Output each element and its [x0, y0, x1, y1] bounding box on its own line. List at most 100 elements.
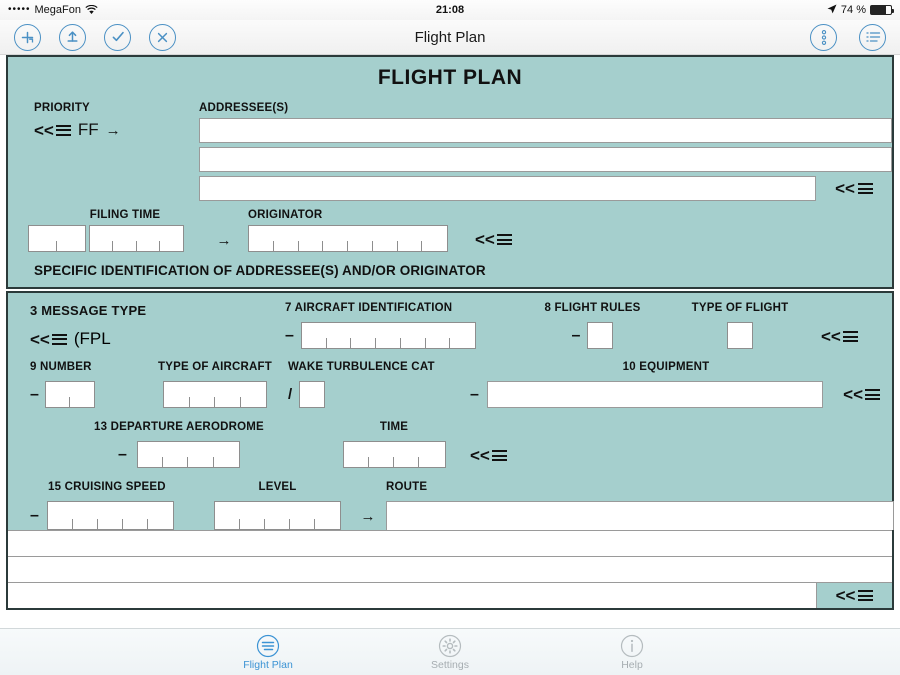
location-arrow-icon: [827, 4, 837, 17]
route-input-3[interactable]: [8, 556, 892, 582]
row-aircraft-details: 9 NUMBER – TYPE OF AIRCRAFT WAKE TURBULE…: [8, 349, 892, 408]
clear-button[interactable]: [149, 23, 176, 51]
tab-help-label: Help: [621, 658, 643, 671]
priority-group: PRIORITY << FF →: [34, 102, 199, 201]
aircraft-identification-prefix: –: [285, 326, 294, 344]
message-type-value[interactable]: (FPL: [74, 329, 111, 349]
addressee-chevron-icon: <<: [835, 179, 855, 198]
departure-time-input[interactable]: [342, 441, 446, 468]
add-button[interactable]: [14, 23, 41, 51]
flight-rules-input[interactable]: [587, 322, 614, 349]
priority-addressee-row: PRIORITY << FF → ADDRESSEE(S) <<: [8, 102, 892, 201]
departure-time-list-icon: [491, 450, 507, 461]
departure-time-group: TIME: [334, 421, 454, 468]
route-group: ROUTE: [386, 481, 894, 530]
route-input-2[interactable]: [8, 530, 892, 556]
type-of-flight-menu-button[interactable]: <<: [821, 328, 858, 345]
level-group: LEVEL: [205, 481, 350, 530]
list-menu-button[interactable]: [859, 23, 886, 51]
equipment-label: 10 EQUIPMENT: [622, 361, 710, 373]
type-of-aircraft-input[interactable]: [163, 381, 267, 408]
departure-time-menu-button[interactable]: <<: [470, 447, 507, 464]
addressee-input-2[interactable]: [199, 147, 892, 172]
route-last-row: <<: [8, 582, 892, 608]
type-of-flight-input[interactable]: [727, 322, 753, 349]
flight-rules-group: 8 FLIGHT RULES –: [510, 302, 675, 349]
toolbar-left-group: [14, 23, 176, 51]
battery-percent-label: 74 %: [840, 4, 866, 16]
departure-aerodrome-prefix: –: [118, 445, 127, 463]
route-input-1[interactable]: [386, 501, 894, 530]
filing-originator-row: FILING TIME → ORIGINATOR <<: [8, 201, 892, 252]
route-arrow-icon: →: [360, 508, 376, 525]
more-options-button[interactable]: [810, 23, 837, 51]
number-input[interactable]: [44, 381, 95, 408]
message-type-list-icon: [51, 333, 67, 345]
aircraft-identification-group: 7 AIRCRAFT IDENTIFICATION –: [285, 302, 510, 349]
tab-help[interactable]: Help: [589, 634, 675, 671]
priority-label: PRIORITY: [34, 102, 90, 114]
level-label: LEVEL: [258, 481, 297, 493]
type-of-flight-menu-wrap: <<: [805, 328, 858, 349]
priority-menu-button[interactable]: <<: [34, 122, 71, 139]
filing-time-input-hours[interactable]: [28, 225, 86, 252]
route-label: ROUTE: [386, 481, 428, 493]
filing-time-input-minutes[interactable]: [89, 225, 184, 252]
tab-flight-plan[interactable]: Flight Plan: [225, 634, 311, 671]
addressee-input-1[interactable]: [199, 118, 892, 143]
number-label: 9 NUMBER: [30, 361, 92, 373]
type-of-flight-group: TYPE OF FLIGHT: [675, 302, 805, 349]
priority-value[interactable]: FF: [78, 120, 99, 140]
originator-input[interactable]: [248, 225, 448, 252]
route-menu-button[interactable]: <<: [816, 583, 892, 608]
cruising-speed-prefix: –: [30, 506, 39, 524]
addressee-menu-button[interactable]: <<: [816, 176, 892, 201]
flight-plan-icon: [256, 634, 280, 658]
route-chevron-icon: <<: [835, 586, 856, 605]
status-bar-right: 74 %: [827, 4, 894, 17]
cruising-speed-input[interactable]: [46, 501, 174, 530]
departure-time-menu-wrap: <<: [454, 447, 507, 468]
status-bar-clock: 21:08: [435, 4, 465, 16]
app-screen: ••••• MegaFon 21:08 74 % Flight Plan FLI…: [0, 0, 900, 675]
send-button[interactable]: [59, 23, 86, 51]
addressee-list-icon: [857, 183, 873, 194]
toolbar-right-group: [810, 23, 886, 51]
flight-rules-prefix: –: [571, 326, 581, 344]
type-of-flight-chevron-icon: <<: [821, 327, 841, 346]
number-group: 9 NUMBER –: [30, 361, 150, 408]
message-type-menu-button[interactable]: <<: [30, 331, 67, 348]
equipment-list-icon: [865, 389, 880, 400]
wake-turbulence-label: WAKE TURBULENCE CAT: [288, 361, 435, 373]
departure-aerodrome-input[interactable]: [136, 441, 240, 468]
level-input[interactable]: [214, 501, 341, 530]
filing-time-label: FILING TIME: [89, 209, 161, 221]
aircraft-identification-input[interactable]: [300, 322, 476, 349]
form-body-panel: 3 MESSAGE TYPE << (FPL 7 AIRCRAFT IDENTI…: [6, 291, 894, 530]
originator-chevron-icon: <<: [475, 230, 495, 249]
specific-identification-label: SPECIFIC IDENTIFICATION OF ADDRESSEE(S) …: [34, 263, 486, 278]
priority-arrow-icon: →: [105, 121, 121, 139]
addressee-label: ADDRESSEE(S): [199, 102, 289, 114]
flight-rules-label: 8 FLIGHT RULES: [544, 302, 641, 314]
equipment-menu-button[interactable]: <<: [831, 386, 892, 403]
type-of-aircraft-group: TYPE OF AIRCRAFT: [150, 361, 280, 408]
equipment-chevron-icon: <<: [843, 385, 863, 404]
originator-menu-button[interactable]: <<: [475, 231, 512, 248]
flight-plan-form: FLIGHT PLAN PRIORITY << FF → ADDRESSEE(S…: [0, 55, 900, 610]
originator-menu-wrap: <<: [453, 231, 512, 252]
validate-button[interactable]: [104, 23, 131, 51]
route-continuation-rows: <<: [6, 530, 894, 610]
departure-time-chevron-icon: <<: [470, 446, 490, 465]
wake-turbulence-input[interactable]: [299, 381, 326, 408]
form-header-panel: FLIGHT PLAN PRIORITY << FF → ADDRESSEE(S…: [6, 55, 894, 289]
route-input-4[interactable]: [8, 583, 816, 608]
addressee-line-1-wrap: [199, 118, 892, 143]
type-of-flight-list-icon: [842, 331, 858, 342]
route-arrow-wrap: →: [350, 508, 386, 530]
tab-settings[interactable]: Settings: [407, 634, 493, 671]
equipment-input[interactable]: [486, 381, 824, 408]
addressee-input-3[interactable]: [199, 176, 816, 201]
row-departure: 13 DEPARTURE AERODROME – TIME <<: [8, 408, 892, 468]
addressee-group: ADDRESSEE(S) <<: [199, 102, 892, 201]
